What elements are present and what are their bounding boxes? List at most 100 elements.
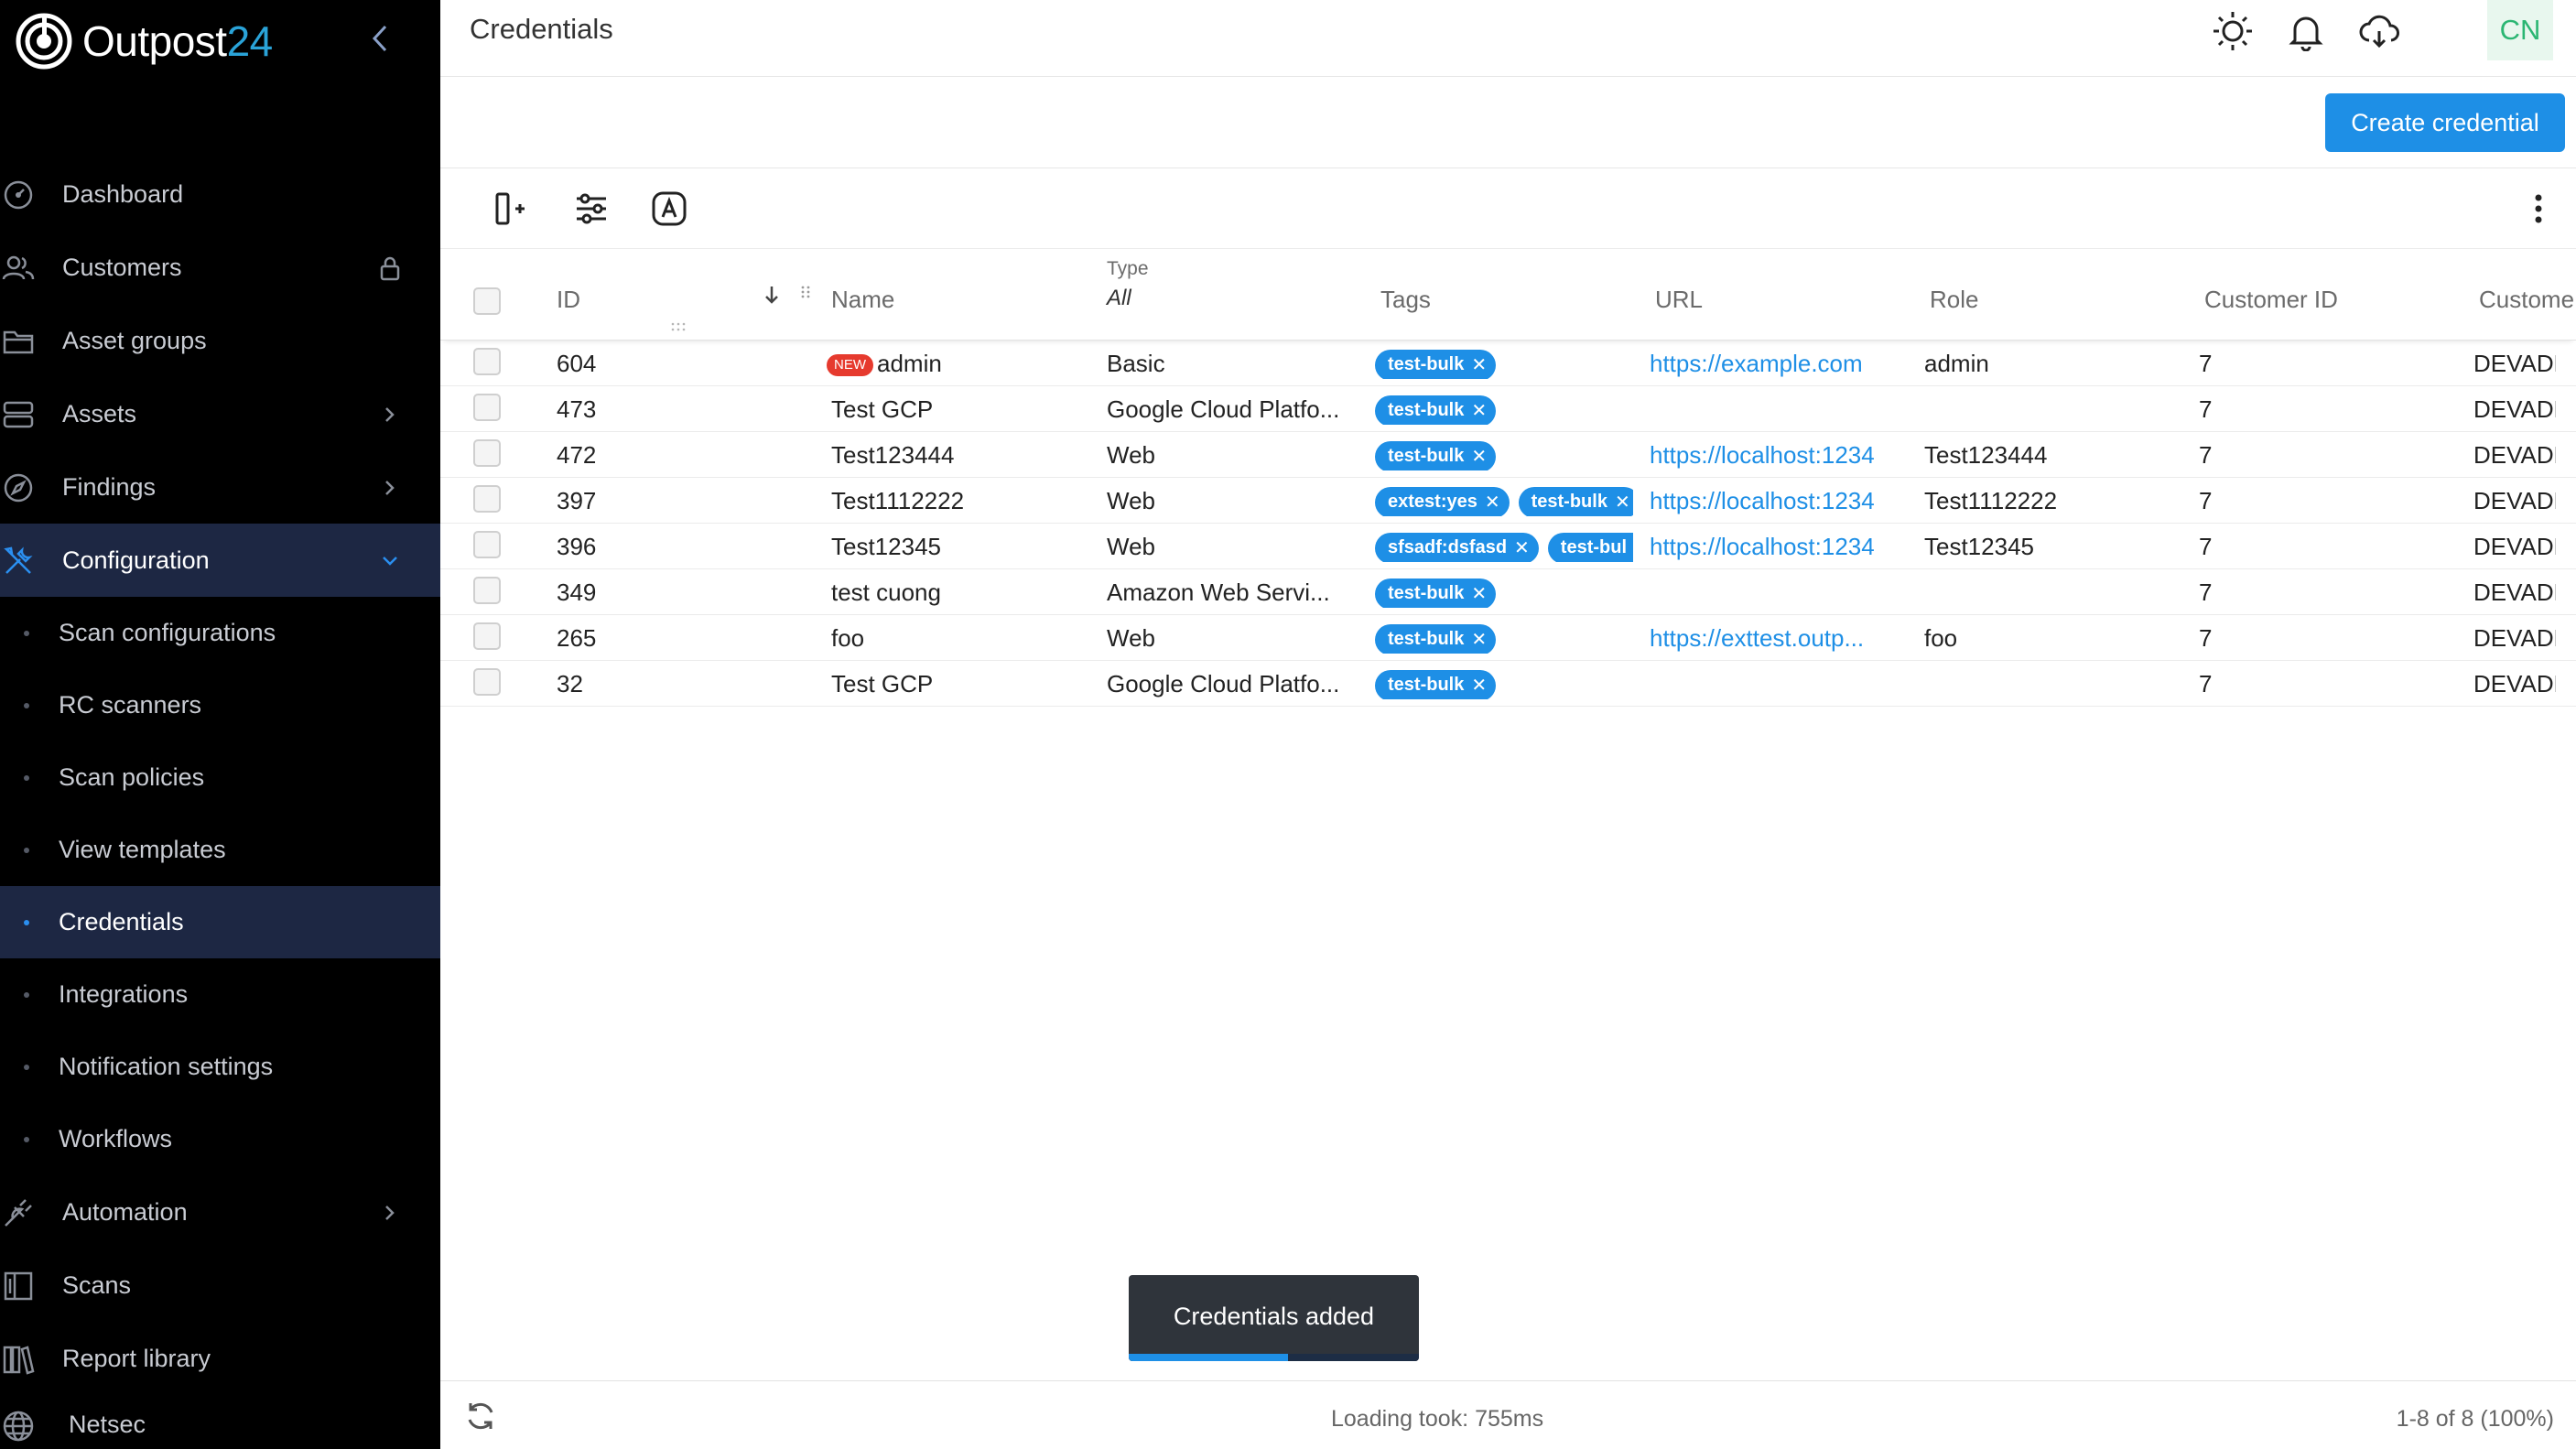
table-row[interactable]: 473 Test GCP Google Cloud Platfo... test-bu…	[440, 386, 2576, 432]
tag-chip[interactable]: test-bulk ✕	[1375, 349, 1497, 379]
row-checkbox[interactable]	[473, 668, 501, 696]
cell-name-text: Test123444	[831, 441, 955, 469]
bullet	[24, 992, 29, 998]
cell-url[interactable]: https://example.com	[1650, 350, 1897, 378]
sidebar-item-label: Dashboard	[62, 179, 184, 208]
brand[interactable]: Outpost24	[15, 11, 273, 71]
cell-id: 349	[557, 579, 597, 606]
row-checkbox[interactable]	[473, 577, 501, 604]
cell-url[interactable]: https://localhost:1234	[1650, 441, 1897, 470]
cell-id: 473	[557, 395, 597, 423]
column-header-customer[interactable]: Custome	[2479, 286, 2574, 314]
tag-chip[interactable]: test-bulk ✕	[1375, 669, 1497, 699]
column-header-role[interactable]: Role	[1930, 286, 1978, 314]
cloud-download-button[interactable]	[2357, 9, 2401, 53]
table-row[interactable]: 397 Test1112222 Web extest:yes ✕ test-bulk ✕ ht…	[440, 478, 2576, 524]
table-row[interactable]: 604 NEW admin Basic test-bulk ✕ https://exampl…	[440, 341, 2576, 386]
cell-name: test cuong	[831, 579, 941, 607]
column-header-type[interactable]: Type	[1107, 258, 1149, 280]
sort-desc-icon[interactable]	[761, 284, 783, 306]
remove-tag-icon[interactable]: ✕	[1485, 491, 1500, 514]
collapse-sidebar-button[interactable]	[364, 20, 395, 57]
scan-icon	[4, 1271, 33, 1301]
add-column-button[interactable]	[488, 187, 532, 231]
sidebar-subitem-workflows[interactable]: Workflows	[0, 1103, 440, 1175]
row-checkbox[interactable]	[473, 348, 501, 375]
cell-name-text: test cuong	[831, 579, 941, 606]
table-row[interactable]: 349 test cuong Amazon Web Servi... test-bul…	[440, 569, 2576, 615]
sidebar-item-configuration[interactable]: Configuration	[0, 524, 440, 597]
column-header-id[interactable]: ID	[557, 286, 580, 314]
notifications-button[interactable]	[2284, 9, 2328, 53]
sidebar-item-customers[interactable]: Customers	[0, 231, 440, 304]
sidebar-subitem-rc-scanners[interactable]: RC scanners	[0, 669, 440, 741]
table-row[interactable]: 265 foo Web test-bulk ✕ https://exttest.outp.…	[440, 615, 2576, 661]
row-checkbox[interactable]	[473, 622, 501, 650]
table-row[interactable]: 472 Test123444 Web test-bulk ✕ https://localh…	[440, 432, 2576, 478]
remove-tag-icon[interactable]: ✕	[1471, 353, 1487, 376]
remove-tag-icon[interactable]: ✕	[1471, 582, 1487, 605]
sidebar-item-dashboard[interactable]: Dashboard	[0, 157, 440, 231]
table-toolbar	[440, 168, 2576, 249]
column-header-tags[interactable]: Tags	[1380, 286, 1431, 314]
sidebar-subitem-notification-settings[interactable]: Notification settings	[0, 1031, 440, 1103]
theme-toggle-button[interactable]	[2211, 9, 2255, 53]
remove-tag-icon[interactable]: ✕	[1514, 536, 1530, 559]
select-all-checkbox[interactable]	[473, 287, 501, 315]
cell-url[interactable]: https://localhost:1234	[1650, 487, 1897, 515]
row-checkbox[interactable]	[473, 531, 501, 558]
column-drag-icon[interactable]	[799, 286, 812, 298]
sidebar-item-scans[interactable]: Scans	[0, 1249, 440, 1322]
tag-chip[interactable]: test-bulk ✕	[1375, 623, 1497, 654]
sidebar-subitem-scan-configurations[interactable]: Scan configurations	[0, 597, 440, 669]
cell-name-text: foo	[831, 624, 865, 652]
row-checkbox[interactable]	[473, 394, 501, 421]
remove-tag-icon[interactable]: ✕	[1615, 491, 1630, 514]
sidebar-item-findings[interactable]: Findings	[0, 450, 440, 524]
remove-tag-icon[interactable]: ✕	[1471, 674, 1487, 697]
column-header-name[interactable]: Name	[831, 286, 894, 314]
refresh-icon[interactable]	[464, 1400, 497, 1433]
create-credential-button[interactable]: Create credential	[2325, 93, 2565, 152]
sidebar-item-report-library[interactable]: Report library	[0, 1322, 440, 1395]
user-avatar[interactable]: CN	[2487, 0, 2553, 60]
auto-button[interactable]	[647, 187, 691, 231]
cell-url[interactable]: https://exttest.outp...	[1650, 624, 1897, 653]
filter-settings-button[interactable]	[569, 187, 613, 231]
sidebar-subitem-view-templates[interactable]: View templates	[0, 814, 440, 886]
tag-chip[interactable]: test-bulk ✕	[1375, 440, 1497, 470]
cell-name: Test12345	[831, 533, 941, 561]
remove-tag-icon[interactable]: ✕	[1471, 399, 1487, 422]
sidebar-item-netsec[interactable]: Netsec	[0, 1395, 440, 1449]
table-row[interactable]: 396 Test12345 Web sfsadf:dsfasd ✕ test-bul✕ ht…	[440, 524, 2576, 569]
more-options-button[interactable]	[2516, 187, 2560, 231]
column-header-customer-id[interactable]: Customer ID	[2204, 286, 2338, 314]
remove-tag-icon[interactable]: ✕	[1471, 628, 1487, 651]
cell-type: Amazon Web Servi...	[1107, 579, 1330, 606]
cell-tags: extest:yes ✕ test-bulk ✕	[1375, 485, 1633, 516]
tag-chip[interactable]: test-bulk ✕	[1518, 486, 1633, 516]
tag-chip[interactable]: test-bulk ✕	[1375, 395, 1497, 425]
new-badge: NEW	[827, 354, 873, 376]
sidebar-subitem-credentials[interactable]: Credentials	[0, 886, 440, 958]
tag-chip[interactable]: sfsadf:dsfasd ✕	[1375, 532, 1539, 562]
tag-chip[interactable]: test-bulk ✕	[1375, 578, 1497, 608]
column-header-url[interactable]: URL	[1655, 286, 1703, 314]
row-checkbox[interactable]	[473, 485, 501, 513]
folder-icon	[3, 330, 34, 354]
tag-chip[interactable]: extest:yes ✕	[1375, 486, 1510, 516]
cell-name: NEW admin	[827, 350, 942, 378]
sidebar-item-asset-groups[interactable]: Asset groups	[0, 304, 440, 377]
tag-label: test-bulk	[1388, 400, 1465, 420]
column-resize-icon[interactable]	[671, 322, 686, 331]
sidebar-subitem-integrations[interactable]: Integrations	[0, 958, 440, 1031]
sidebar-item-assets[interactable]: Assets	[0, 377, 440, 450]
remove-tag-icon[interactable]: ✕	[1471, 445, 1487, 468]
row-checkbox[interactable]	[473, 439, 501, 467]
sidebar-subitem-scan-policies[interactable]: Scan policies	[0, 741, 440, 814]
sidebar-item-automation[interactable]: Automation	[0, 1175, 440, 1249]
type-filter[interactable]: All	[1107, 286, 1131, 311]
table-row[interactable]: 32 Test GCP Google Cloud Platfo... test-bul…	[440, 661, 2576, 707]
cell-url[interactable]: https://localhost:1234	[1650, 533, 1897, 561]
tag-chip[interactable]: test-bul✕	[1547, 532, 1633, 562]
